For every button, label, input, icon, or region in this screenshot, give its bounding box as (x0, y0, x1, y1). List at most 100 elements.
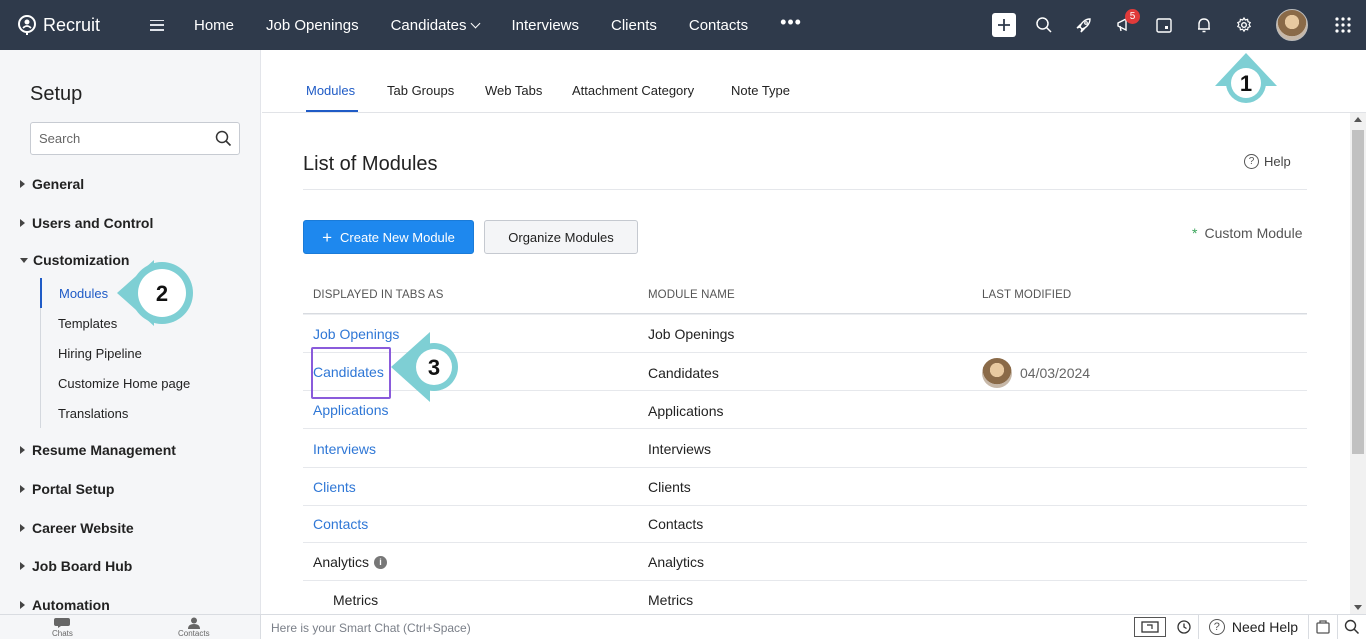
nav-interviews-label: Interviews (511, 16, 580, 34)
module-name: Metrics (648, 592, 694, 608)
caret-right-icon (20, 601, 25, 609)
bottom-left-tools: Chats Contacts (0, 615, 261, 639)
chats-button[interactable]: Chats (52, 617, 73, 638)
user-profile-button[interactable] (1264, 0, 1320, 50)
sidebar-item-translations[interactable]: Translations (41, 398, 260, 428)
setup-search (30, 122, 240, 155)
help-link[interactable]: ? Help (1244, 154, 1291, 169)
tab-note-type[interactable]: Note Type (731, 83, 790, 98)
module-name: Contacts (648, 516, 704, 532)
sidebar-group-label: Users and Control (32, 215, 154, 231)
contacts-button[interactable]: Contacts (178, 617, 210, 638)
nav-job-openings-label: Job Openings (266, 16, 359, 34)
smart-chat-input[interactable]: Here is your Smart Chat (Ctrl+Space) (271, 621, 471, 635)
table-row[interactable]: Clients Clients (303, 468, 1307, 506)
setup-settings-button[interactable] (1224, 0, 1264, 50)
recruit-logo-icon (18, 15, 36, 35)
organize-modules-button[interactable]: Organize Modules (484, 220, 638, 254)
tab-modules[interactable]: Modules (306, 83, 355, 98)
global-search-button[interactable] (1024, 0, 1064, 50)
module-tab-label: Metrics (333, 592, 379, 608)
sidebar-group-label: General (32, 176, 85, 192)
hamburger-menu-icon[interactable] (150, 19, 164, 31)
nav-interviews[interactable]: Interviews (511, 17, 579, 34)
need-help-button[interactable]: ? Need Help (1197, 615, 1308, 639)
top-navigation-bar: Recruit Home Job Openings Candidates Int… (0, 0, 1366, 50)
brand-logo[interactable]: Recruit (16, 14, 134, 36)
scrollbar-thumb[interactable] (1352, 130, 1364, 454)
person-icon (187, 617, 200, 629)
sidebar-group-general[interactable]: General (20, 176, 84, 192)
briefcase-icon (1316, 620, 1330, 634)
top-nav-actions: 5 (984, 0, 1366, 50)
tab-tab-groups[interactable]: Tab Groups (387, 83, 454, 98)
column-header-module-name[interactable]: MODULE NAME (648, 289, 735, 301)
table-row[interactable]: Analytics i Analytics (303, 543, 1307, 581)
table-row[interactable]: Interviews Interviews (303, 430, 1307, 468)
nav-job-openings[interactable]: Job Openings (266, 17, 359, 34)
search-icon[interactable] (215, 130, 232, 147)
column-header-last-modified[interactable]: LAST MODIFIED (982, 289, 1071, 301)
notes-button[interactable] (1308, 615, 1337, 639)
annotation-number-3: 3 (428, 355, 440, 380)
annotation-number-1: 1 (1240, 71, 1252, 96)
sidebar-group-customization[interactable]: Customization (20, 252, 129, 268)
search-icon (1344, 619, 1360, 635)
module-name: Analytics (648, 554, 705, 570)
rocket-button[interactable] (1064, 0, 1104, 50)
notifications-button[interactable] (1184, 0, 1224, 50)
nav-home-label: Home (194, 16, 235, 34)
tab-attachment-category[interactable]: Attachment Category (572, 83, 694, 98)
module-tab-link[interactable]: Job Openings (313, 326, 399, 342)
sidebar-group-label: Resume Management (32, 442, 176, 458)
vertical-scrollbar[interactable] (1350, 113, 1366, 614)
contacts-label: Contacts (178, 629, 210, 638)
scroll-up-arrow-icon[interactable] (1354, 117, 1362, 122)
main-nav-links: Home Job Openings Candidates Interviews … (194, 0, 802, 50)
caret-down-icon (20, 257, 28, 263)
scroll-down-arrow-icon[interactable] (1354, 605, 1362, 610)
column-header-displayed-in-tabs-as[interactable]: DISPLAYED IN TABS AS (313, 289, 443, 301)
tab-web-tabs[interactable]: Web Tabs (485, 83, 542, 98)
module-name: Applications (648, 403, 724, 419)
sidebar-item-hiring-pipeline[interactable]: Hiring Pipeline (41, 338, 260, 368)
sidebar-group-users-and-control[interactable]: Users and Control (20, 215, 153, 231)
module-tab-link[interactable]: Interviews (313, 441, 376, 457)
info-icon[interactable]: i (374, 555, 388, 569)
module-tab-link[interactable]: Contacts (313, 516, 368, 532)
annotation-arrow-2: 2 (117, 260, 193, 326)
nav-home[interactable]: Home (194, 17, 234, 34)
announcements-button[interactable]: 5 (1104, 0, 1144, 50)
quick-create-button[interactable] (984, 0, 1024, 50)
sidebar-group-job-board-hub[interactable]: Job Board Hub (20, 558, 132, 574)
sidebar-item-customize-home-page[interactable]: Customize Home page (41, 368, 260, 398)
gear-icon (1236, 16, 1252, 33)
calendar-button[interactable] (1144, 0, 1184, 50)
table-row[interactable]: Contacts Contacts (303, 505, 1307, 543)
history-icon (1177, 620, 1191, 634)
sidebar-group-career-website[interactable]: Career Website (20, 520, 134, 536)
highlight-box (311, 347, 391, 399)
sidebar-group-label: Job Board Hub (32, 558, 133, 574)
sidebar-group-portal-setup[interactable]: Portal Setup (20, 481, 114, 497)
chat-bubble-icon (54, 618, 71, 628)
nav-clients[interactable]: Clients (611, 17, 657, 34)
help-icon: ? (1244, 154, 1259, 169)
history-button[interactable] (1170, 615, 1198, 639)
plus-icon: + (322, 227, 333, 247)
more-options-icon[interactable]: ••• (780, 12, 802, 33)
sidebar-group-resume-management[interactable]: Resume Management (20, 442, 176, 458)
setup-search-input[interactable] (31, 123, 201, 154)
create-new-module-button[interactable]: + Create New Module (303, 220, 474, 254)
module-tab-link[interactable]: Applications (313, 402, 389, 418)
bottom-search-button[interactable] (1337, 615, 1366, 639)
apps-menu-button[interactable] (1320, 0, 1366, 50)
nav-candidates[interactable]: Candidates (391, 17, 481, 34)
nav-contacts[interactable]: Contacts (689, 17, 748, 34)
screen-share-button[interactable] (1133, 617, 1166, 637)
module-tab-link[interactable]: Clients (313, 479, 356, 495)
setup-title: Setup (30, 83, 83, 105)
need-help-label: Need Help (1231, 619, 1298, 635)
sidebar-group-automation[interactable]: Automation (20, 597, 110, 613)
plus-icon (992, 13, 1016, 37)
